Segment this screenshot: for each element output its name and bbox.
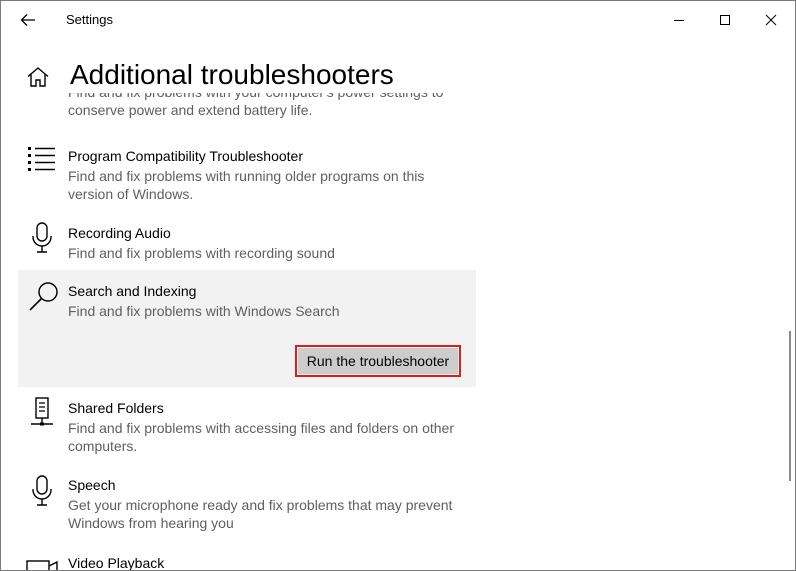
page-title: Additional troubleshooters (70, 59, 394, 90)
list-item-shared-folders[interactable]: Shared Folders Find and fix problems wit… (18, 393, 476, 463)
video-icon (26, 557, 58, 570)
maximize-icon (720, 15, 730, 25)
item-title: Recording Audio (68, 225, 171, 241)
title-bar: Settings (1, 1, 795, 39)
list-item-video-playback[interactable]: Video Playback (18, 547, 476, 570)
run-troubleshooter-button[interactable]: Run the troubleshooter (295, 345, 461, 377)
close-button[interactable] (749, 3, 793, 37)
microphone-icon (30, 222, 54, 259)
item-title: Program Compatibility Troubleshooter (68, 148, 303, 164)
network-drive-icon (30, 397, 54, 434)
scrollbar[interactable] (789, 331, 791, 481)
list-item-program-compatibility[interactable]: Program Compatibility Troubleshooter Fin… (18, 141, 476, 211)
item-description: Get your microphone ready and fix proble… (68, 497, 453, 531)
close-icon (765, 14, 777, 26)
item-description: Find and fix problems with running older… (68, 168, 425, 202)
back-button[interactable] (13, 6, 43, 34)
minimize-icon (674, 20, 684, 21)
item-title: Shared Folders (68, 400, 164, 416)
troubleshooter-list: Find and fix problems with your computer… (1, 93, 795, 570)
home-icon (27, 67, 49, 87)
list-item-search-and-indexing[interactable]: Search and Indexing Find and fix problem… (18, 270, 476, 387)
back-arrow-icon (20, 14, 35, 26)
item-title: Speech (68, 477, 116, 493)
microphone-icon (30, 475, 54, 512)
app-title: Settings (66, 12, 113, 27)
item-title: Video Playback (68, 555, 165, 570)
list-item-recording-audio[interactable]: Recording Audio Find and fix problems wi… (18, 217, 476, 265)
item-description: Find and fix problems with your computer… (68, 93, 443, 118)
search-icon (28, 280, 60, 317)
home-button[interactable] (26, 66, 50, 88)
item-title: Search and Indexing (68, 283, 197, 299)
item-description: Find and fix problems with accessing fil… (68, 420, 454, 454)
item-description: Find and fix problems with recording sou… (68, 245, 335, 261)
list-item-speech[interactable]: Speech Get your microphone ready and fix… (18, 470, 476, 540)
settings-window: Settings Additional troubleshooters Find… (0, 0, 796, 571)
minimize-button[interactable] (657, 3, 701, 37)
list-item-power[interactable]: Find and fix problems with your computer… (18, 93, 476, 131)
item-description: Find and fix problems with Windows Searc… (68, 303, 340, 319)
maximize-button[interactable] (703, 3, 747, 37)
list-icon (26, 145, 56, 180)
